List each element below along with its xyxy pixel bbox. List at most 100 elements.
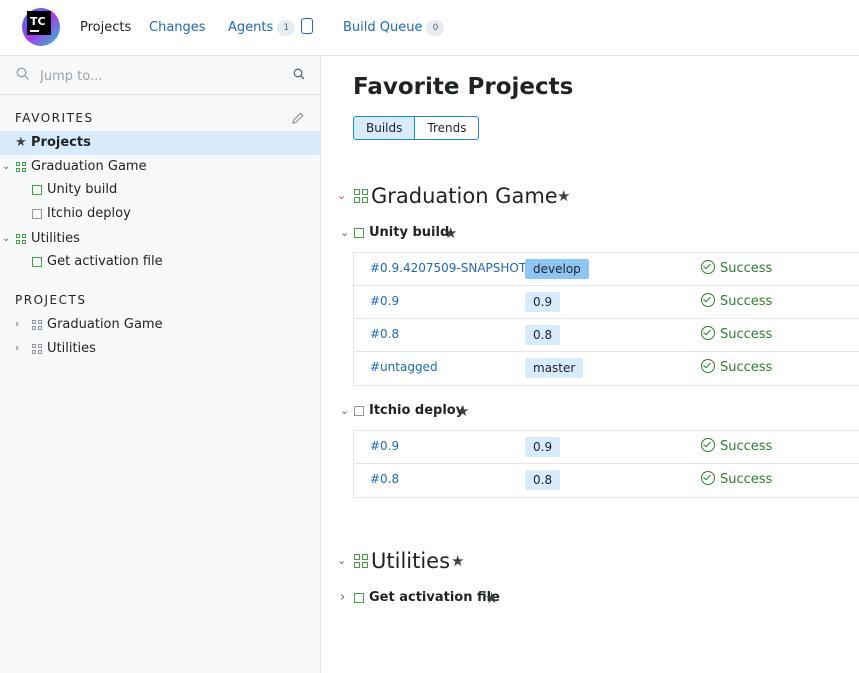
star-icon[interactable]: ★: [456, 401, 469, 421]
chevron-down-icon[interactable]: ⌄: [340, 223, 349, 243]
search-submit-icon[interactable]: [293, 68, 305, 80]
tab-builds[interactable]: Builds: [353, 116, 416, 140]
queue-count-badge: 0: [426, 20, 445, 36]
branch-badge[interactable]: 0.9: [525, 292, 561, 312]
nav-changes[interactable]: Changes: [149, 19, 206, 37]
build-config-name[interactable]: Get activation file: [369, 588, 500, 608]
sidebar-favorites-unity-build[interactable]: Unity build: [0, 178, 320, 202]
status-text: Success: [720, 327, 773, 342]
chevron-right-icon[interactable]: ›: [15, 337, 25, 361]
sidebar-favorites-itchio-deploy[interactable]: Itchio deploy: [0, 202, 320, 226]
star-icon[interactable]: ★: [557, 181, 570, 211]
branch-badge[interactable]: 0.8: [525, 325, 561, 345]
project-icon: [16, 162, 26, 172]
status-text: Success: [720, 294, 773, 309]
sidebar-projects-graduation-game[interactable]: › Graduation Game: [0, 313, 320, 337]
build-number[interactable]: #0.9: [370, 439, 399, 453]
sidebar-item-label: Itchio deploy: [47, 206, 131, 221]
success-check-icon: [701, 293, 715, 307]
build-row[interactable]: #0.9 0.9 Success: [354, 286, 859, 319]
build-status[interactable]: Success: [701, 260, 772, 278]
star-icon[interactable]: ★: [485, 588, 498, 608]
chevron-down-icon[interactable]: ⌄: [337, 546, 346, 576]
project-icon: [354, 189, 368, 203]
status-text: Success: [720, 261, 773, 276]
jump-to-input[interactable]: [38, 65, 282, 87]
build-status[interactable]: Success: [701, 471, 772, 489]
build-row[interactable]: #0.8 0.8 Success: [354, 319, 859, 352]
chevron-down-icon[interactable]: ⌄: [337, 181, 346, 211]
nav-build-queue-label: Build Queue: [343, 20, 423, 35]
svg-text:TC: TC: [30, 15, 46, 28]
build-status[interactable]: Success: [701, 438, 772, 456]
builds-table-itchio-deploy: #0.9 0.9 Success #0.8 0.8 Success: [353, 430, 859, 498]
view-tabs: Builds Trends: [353, 116, 480, 140]
sidebar-favorites-graduation-game[interactable]: ⌄ Graduation Game: [0, 155, 320, 179]
search-icon: [16, 67, 29, 80]
success-check-icon: [701, 471, 715, 485]
project-header-graduation-game: ⌄ Graduation Game ★: [337, 181, 597, 211]
success-check-icon: [701, 359, 715, 373]
success-check-icon: [701, 438, 715, 452]
success-check-icon: [701, 326, 715, 340]
build-row[interactable]: #0.8 0.8 Success: [354, 464, 859, 497]
projects-section-title: PROJECTS: [15, 293, 87, 307]
sidebar-favorites-utilities[interactable]: ⌄ Utilities: [0, 227, 320, 251]
chevron-down-icon[interactable]: ⌄: [2, 227, 12, 251]
build-number[interactable]: #0.9.4207509-SNAPSHOT: [370, 261, 526, 275]
favorites-section-title: FAVORITES: [15, 111, 94, 125]
sidebar-favorites-get-activation-file[interactable]: Get activation file: [0, 250, 320, 274]
sidebar-item-label: Graduation Game: [47, 317, 163, 332]
project-icon: [32, 320, 42, 330]
build-config-header-get-activation-file: › Get activation file ★: [337, 588, 557, 608]
chevron-down-icon[interactable]: ⌄: [2, 155, 12, 179]
nav-agents[interactable]: Agents 1: [228, 19, 296, 37]
build-status[interactable]: Success: [701, 293, 772, 311]
status-text: Success: [720, 360, 773, 375]
nav-agents-label: Agents: [228, 20, 274, 35]
build-number[interactable]: #0.8: [370, 472, 399, 486]
build-status[interactable]: Success: [701, 359, 772, 377]
build-config-icon: [32, 185, 42, 195]
build-config-name[interactable]: Itchio deploy: [369, 401, 464, 421]
sidebar-favorites-projects[interactable]: ★ Projects: [0, 131, 320, 155]
build-status[interactable]: Success: [701, 326, 772, 344]
project-icon: [32, 344, 42, 354]
project-name[interactable]: Utilities: [371, 546, 450, 576]
star-icon[interactable]: ★: [451, 546, 464, 576]
branch-badge[interactable]: develop: [525, 259, 589, 279]
sidebar-item-label: Projects: [31, 135, 91, 150]
builds-table-unity-build: #0.9.4207509-SNAPSHOT develop Success #0…: [353, 252, 859, 386]
top-navigation-bar: TC Projects Changes Agents 1 Build Queue 0: [0, 0, 859, 56]
nav-build-queue[interactable]: Build Queue 0: [343, 19, 445, 37]
star-icon[interactable]: ★: [444, 223, 457, 243]
sidebar-item-label: Utilities: [31, 231, 80, 246]
project-header-utilities: ⌄ Utilities ★: [337, 546, 537, 576]
sidebar-projects-utilities[interactable]: › Utilities: [0, 337, 320, 361]
chevron-down-icon[interactable]: ⌄: [340, 401, 349, 421]
project-icon: [354, 554, 368, 568]
build-number[interactable]: #0.9: [370, 294, 399, 308]
chevron-right-icon[interactable]: ›: [340, 588, 345, 608]
project-name[interactable]: Graduation Game: [371, 181, 558, 211]
build-row[interactable]: #untagged master Success: [354, 352, 859, 385]
branch-badge[interactable]: 0.8: [525, 470, 561, 490]
agent-status-icon[interactable]: [301, 18, 313, 34]
build-number[interactable]: #0.8: [370, 327, 399, 341]
branch-badge[interactable]: master: [525, 358, 584, 378]
build-config-header-unity-build: ⌄ Unity build ★: [337, 223, 537, 243]
branch-badge[interactable]: 0.9: [525, 437, 561, 457]
sidebar-item-label: Graduation Game: [31, 159, 147, 174]
edit-favorites-pencil-icon[interactable]: [291, 111, 305, 125]
build-number[interactable]: #untagged: [370, 360, 438, 374]
build-row[interactable]: #0.9.4207509-SNAPSHOT develop Success: [354, 253, 859, 286]
build-row[interactable]: #0.9 0.9 Success: [354, 431, 859, 464]
project-icon: [16, 234, 26, 244]
build-config-icon: [32, 209, 42, 219]
build-config-icon: [354, 406, 364, 416]
chevron-right-icon[interactable]: ›: [15, 313, 25, 337]
tab-trends[interactable]: Trends: [415, 116, 480, 140]
build-config-name[interactable]: Unity build: [369, 223, 449, 243]
teamcity-logo[interactable]: TC: [19, 6, 61, 46]
nav-projects[interactable]: Projects: [80, 19, 131, 37]
